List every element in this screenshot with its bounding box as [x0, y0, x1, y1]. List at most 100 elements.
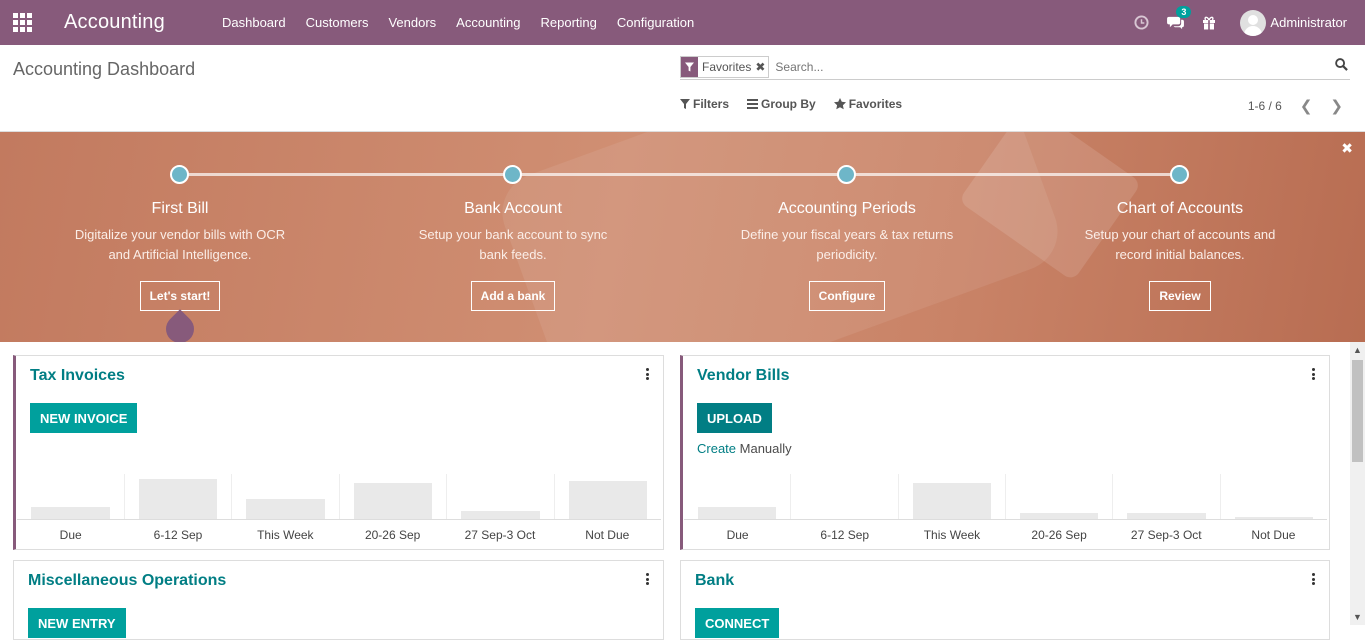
filter-icon [681, 57, 698, 77]
menu-dashboard[interactable]: Dashboard [212, 15, 296, 30]
filter-icon [680, 99, 690, 109]
graph-column[interactable] [340, 474, 447, 519]
step-desc: and Artificial Intelligence. [108, 247, 252, 262]
menu-reporting[interactable]: Reporting [531, 15, 607, 30]
onboarding-step-first-bill: First Bill Digitalize your vendor bills … [55, 200, 305, 311]
step-title: Accounting Periods [778, 200, 916, 217]
groupby-button[interactable]: Group By [747, 97, 816, 111]
graph-column[interactable] [1221, 474, 1327, 519]
groupby-label: Group By [761, 97, 816, 111]
journal-title[interactable]: Tax Invoices [30, 367, 125, 385]
graph-bar [353, 483, 432, 519]
onboarding-progress-line [180, 173, 1180, 176]
journal-card-misc: Miscellaneous Operations NEW ENTRY [13, 560, 664, 640]
search-bar: Favorites ✖ [680, 55, 1350, 80]
step-dot [837, 165, 856, 184]
step-desc: record initial balances. [1115, 247, 1245, 262]
graph-labels: Due 6-12 Sep This Week 20-26 Sep 27 Sep-3 Oc… [684, 519, 1327, 549]
journal-title[interactable]: Vendor Bills [697, 367, 789, 385]
graph-column[interactable] [791, 474, 899, 519]
graph-column[interactable] [447, 474, 555, 519]
configure-button[interactable]: Configure [808, 281, 886, 311]
apps-menu-icon[interactable] [0, 0, 44, 45]
close-onboarding-icon[interactable]: ✖ [1341, 140, 1353, 157]
new-invoice-button[interactable]: NEW INVOICE [30, 403, 138, 433]
add-bank-button[interactable]: Add a bank [470, 281, 556, 311]
scrollbar[interactable]: ▲ ▼ [1350, 342, 1365, 625]
create-link[interactable]: Create [697, 441, 736, 456]
graph-column[interactable] [232, 474, 340, 519]
lets-start-button[interactable]: Let's start! [139, 281, 221, 311]
search-input[interactable] [775, 57, 1350, 77]
journal-graph[interactable] [17, 474, 661, 519]
gift-icon[interactable] [1192, 16, 1226, 30]
app-brand[interactable]: Accounting [64, 11, 212, 34]
graph-column[interactable] [1113, 474, 1221, 519]
search-icon[interactable] [1335, 58, 1348, 74]
menu-configuration[interactable]: Configuration [607, 15, 704, 30]
graph-column[interactable] [125, 474, 232, 519]
control-panel: Accounting Dashboard Favorites ✖ Filters… [0, 45, 1365, 132]
journal-menu-icon[interactable] [1312, 573, 1315, 587]
filters-button[interactable]: Filters [680, 97, 729, 111]
new-entry-button[interactable]: NEW ENTRY [28, 608, 126, 638]
graph-column[interactable] [899, 474, 1006, 519]
graph-label: 6-12 Sep [820, 528, 870, 542]
journal-graph[interactable] [684, 474, 1327, 519]
page-title: Accounting Dashboard [13, 59, 196, 79]
scroll-up-icon[interactable]: ▲ [1353, 345, 1362, 355]
onboarding-step-chart-of-accounts: Chart of Accounts Setup your chart of ac… [1055, 200, 1305, 311]
list-icon [747, 99, 759, 109]
scrollbar-thumb[interactable] [1352, 360, 1363, 462]
review-button[interactable]: Review [1149, 281, 1211, 311]
journal-card-bank: Bank CONNECT [680, 560, 1330, 640]
scroll-down-icon[interactable]: ▼ [1353, 612, 1362, 622]
journal-title[interactable]: Bank [695, 572, 734, 590]
step-title: First Bill [151, 200, 209, 217]
graph-bar [912, 483, 991, 519]
messages-icon[interactable]: 3 [1158, 6, 1192, 30]
pager-value[interactable]: 1-6 / 6 [1248, 99, 1282, 113]
graph-label: 20-26 Sep [364, 528, 421, 542]
pager-next-icon[interactable]: ❯ [1330, 97, 1343, 115]
facet-value: Favorites [702, 60, 752, 74]
journal-menu-icon[interactable] [1312, 368, 1315, 382]
menu-accounting[interactable]: Accounting [446, 15, 530, 30]
favorites-label: Favorites [848, 97, 903, 111]
filters-label: Filters [693, 97, 730, 111]
create-manually-text: Manually [736, 441, 792, 456]
step-desc: Define your fiscal years & tax returns [740, 227, 954, 242]
connect-button[interactable]: CONNECT [695, 608, 780, 638]
graph-column[interactable] [684, 474, 792, 519]
graph-bar [31, 506, 110, 519]
user-avatar[interactable] [1240, 9, 1267, 36]
tour-pointer-icon[interactable] [160, 309, 200, 342]
upload-button[interactable]: UPLOAD [697, 403, 772, 433]
messages-count-badge: 3 [1176, 6, 1192, 18]
star-icon [833, 98, 846, 110]
activity-clock-icon[interactable] [1124, 15, 1158, 30]
graph-column[interactable] [555, 474, 662, 519]
user-name[interactable]: Administrator [1270, 15, 1347, 30]
graph-bar [246, 498, 325, 519]
journal-card-vendor-bills: Vendor Bills UPLOAD Create Manually Due 6… [680, 355, 1330, 550]
onboarding-panel: ✖ First Bill Digitalize your vendor bill… [0, 132, 1365, 342]
step-desc: periodicity. [816, 247, 878, 262]
menu-vendors[interactable]: Vendors [378, 15, 446, 30]
graph-bar [138, 478, 217, 519]
graph-label: 20-26 Sep [1031, 528, 1087, 542]
main-navbar: Accounting Dashboard Customers Vendors A… [0, 0, 1365, 45]
journal-title[interactable]: Miscellaneous Operations [28, 572, 226, 590]
step-dot [1170, 165, 1189, 184]
favorites-button[interactable]: Favorites [833, 97, 903, 111]
journal-menu-icon[interactable] [646, 573, 649, 587]
graph-column[interactable] [17, 474, 125, 519]
step-desc: bank feeds. [479, 247, 547, 262]
journal-menu-icon[interactable] [646, 368, 649, 382]
pager-previous-icon[interactable]: ❮ [1300, 97, 1313, 115]
search-facet[interactable]: Favorites ✖ [680, 56, 770, 78]
menu-customers[interactable]: Customers [296, 15, 379, 30]
facet-remove-icon[interactable]: ✖ [755, 60, 768, 74]
graph-label: This Week [923, 528, 981, 542]
graph-column[interactable] [1006, 474, 1114, 519]
